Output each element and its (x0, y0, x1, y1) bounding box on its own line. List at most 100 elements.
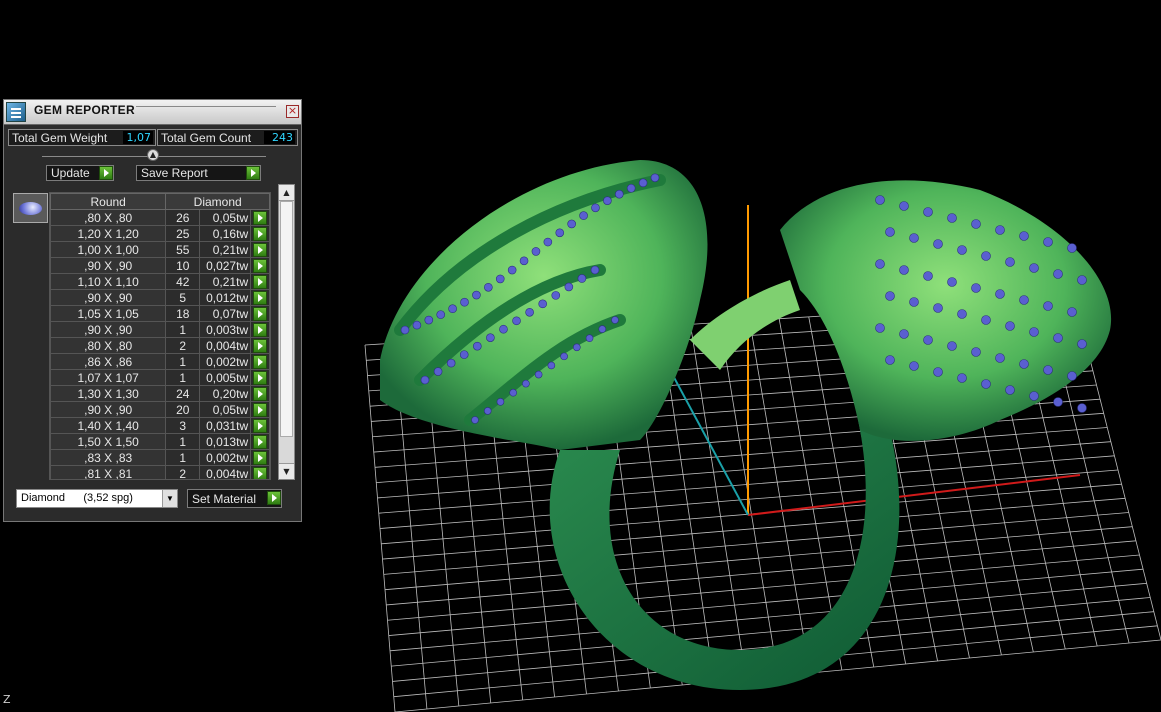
gem-setting (650, 173, 660, 183)
row-go-icon[interactable] (253, 435, 268, 449)
table-row[interactable]: ,80 X ,80 26 0,05tw (50, 209, 270, 226)
table-row[interactable]: ,80 X ,80 2 0,004tw (50, 337, 270, 354)
gem-setting (1005, 321, 1015, 331)
gem-setting (875, 323, 885, 333)
gem-weight-cell: 0,002tw (199, 353, 252, 370)
row-go-icon[interactable] (253, 211, 268, 225)
table-row[interactable]: ,81 X ,81 2 0,004tw (50, 465, 270, 479)
table-row[interactable]: 1,07 X 1,07 1 0,005tw (50, 369, 270, 386)
gem-setting (971, 283, 981, 293)
gem-setting (995, 353, 1005, 363)
table-row[interactable]: ,90 X ,90 1 0,003tw (50, 321, 270, 338)
row-go-icon[interactable] (253, 275, 268, 289)
scroll-thumb[interactable] (280, 201, 293, 437)
row-go-icon[interactable] (253, 451, 268, 465)
collapse-up-icon[interactable]: ▲ (147, 149, 159, 161)
gem-count-cell: 24 (165, 385, 201, 402)
scroll-down-icon[interactable]: ▼ (279, 463, 294, 479)
row-go-icon[interactable] (253, 307, 268, 321)
row-go-icon[interactable] (253, 339, 268, 353)
row-go-icon[interactable] (253, 259, 268, 273)
gem-setting (957, 373, 967, 383)
gem-setting (538, 299, 547, 309)
gem-setting (448, 304, 457, 314)
table-row[interactable]: 1,05 X 1,05 18 0,07tw (50, 305, 270, 322)
gem-setting (909, 361, 919, 371)
gem-count-cell: 25 (165, 225, 201, 242)
grid-line (376, 427, 1108, 484)
table-scrollbar[interactable]: ▲ ▼ (278, 184, 295, 480)
row-go-icon[interactable] (253, 323, 268, 337)
row-go-icon[interactable] (253, 355, 268, 369)
gem-size-cell: 1,07 X 1,07 (50, 369, 167, 386)
scroll-up-icon[interactable]: ▲ (279, 185, 294, 201)
grid-line (382, 497, 1126, 560)
gem-size-cell: ,90 X ,90 (50, 321, 167, 338)
gem-size-cell: 1,40 X 1,40 (50, 417, 167, 434)
table-row[interactable]: 1,40 X 1,40 3 0,031tw (50, 417, 270, 434)
gem-count-cell: 20 (165, 401, 201, 418)
gem-setting (981, 251, 991, 261)
row-go-icon[interactable] (253, 227, 268, 241)
gem-count-cell: 2 (165, 465, 201, 479)
material-select[interactable]: Diamond (3,52 spg) ▼ (16, 489, 178, 508)
table-row[interactable]: ,90 X ,90 10 0,027tw (50, 257, 270, 274)
table-row[interactable]: 1,20 X 1,20 25 0,16tw (50, 225, 270, 242)
gem-setting (436, 310, 446, 319)
update-button[interactable]: Update (46, 165, 114, 181)
gem-setting (1019, 231, 1029, 241)
gem-count-cell: 1 (165, 449, 201, 466)
chevron-down-icon[interactable]: ▼ (162, 490, 177, 507)
gem-setting (1005, 385, 1015, 395)
gem-size-cell: 1,05 X 1,05 (50, 305, 167, 322)
row-go-icon[interactable] (253, 371, 268, 385)
save-report-button[interactable]: Save Report (136, 165, 261, 181)
row-go-icon[interactable] (253, 419, 268, 433)
set-material-button[interactable]: Set Material (187, 489, 282, 508)
gem-setting (486, 333, 495, 342)
row-go-icon[interactable] (253, 467, 268, 479)
gem-weight-cell: 0,05tw (199, 209, 252, 226)
gem-setting (909, 233, 919, 243)
row-go-icon[interactable] (253, 387, 268, 401)
axis-z-label: Z (3, 693, 11, 706)
row-action-cell (250, 385, 270, 402)
gem-shape-thumbnail[interactable] (13, 193, 48, 223)
row-go-icon[interactable] (253, 291, 268, 305)
table-row[interactable]: ,83 X ,83 1 0,002tw (50, 449, 270, 466)
table-row[interactable]: 1,10 X 1,10 42 0,21tw (50, 273, 270, 290)
gem-setting (472, 290, 481, 300)
row-action-cell (250, 353, 270, 370)
table-row[interactable]: 1,50 X 1,50 1 0,013tw (50, 433, 270, 450)
gem-count-cell: 5 (165, 289, 201, 306)
set-material-go-icon[interactable] (267, 491, 281, 505)
ring-arm (690, 280, 800, 370)
gem-setting (638, 178, 648, 188)
gem-setting (412, 320, 422, 330)
save-report-go-icon[interactable] (246, 166, 260, 180)
update-go-icon[interactable] (99, 166, 113, 180)
gem-setting (899, 201, 909, 211)
table-row[interactable]: 1,00 X 1,00 55 0,21tw (50, 241, 270, 258)
table-row[interactable]: ,90 X ,90 5 0,012tw (50, 289, 270, 306)
gem-setting (971, 347, 981, 357)
table-row[interactable]: ,86 X ,86 1 0,002tw (50, 353, 270, 370)
table-row[interactable]: 1,30 X 1,30 24 0,20tw (50, 385, 270, 402)
gem-setting (591, 203, 600, 213)
total-weight-label: Total Gem Weight (12, 131, 108, 145)
row-go-icon[interactable] (253, 243, 268, 257)
close-icon[interactable]: × (286, 105, 299, 118)
total-count-label: Total Gem Count (161, 131, 252, 145)
panel-title: GEM REPORTER (34, 103, 135, 117)
row-go-icon[interactable] (253, 403, 268, 417)
gem-weight-cell: 0,031tw (199, 417, 252, 434)
gem-setting (981, 315, 991, 325)
gem-setting (923, 335, 933, 345)
table-row[interactable]: ,90 X ,90 20 0,05tw (50, 401, 270, 418)
gem-setting (626, 183, 636, 193)
gem-setting (551, 291, 561, 300)
gem-setting (1053, 397, 1063, 407)
grid-line (389, 582, 1147, 652)
panel-titlebar[interactable]: GEM REPORTER × (4, 100, 301, 125)
row-action-cell (250, 449, 270, 466)
